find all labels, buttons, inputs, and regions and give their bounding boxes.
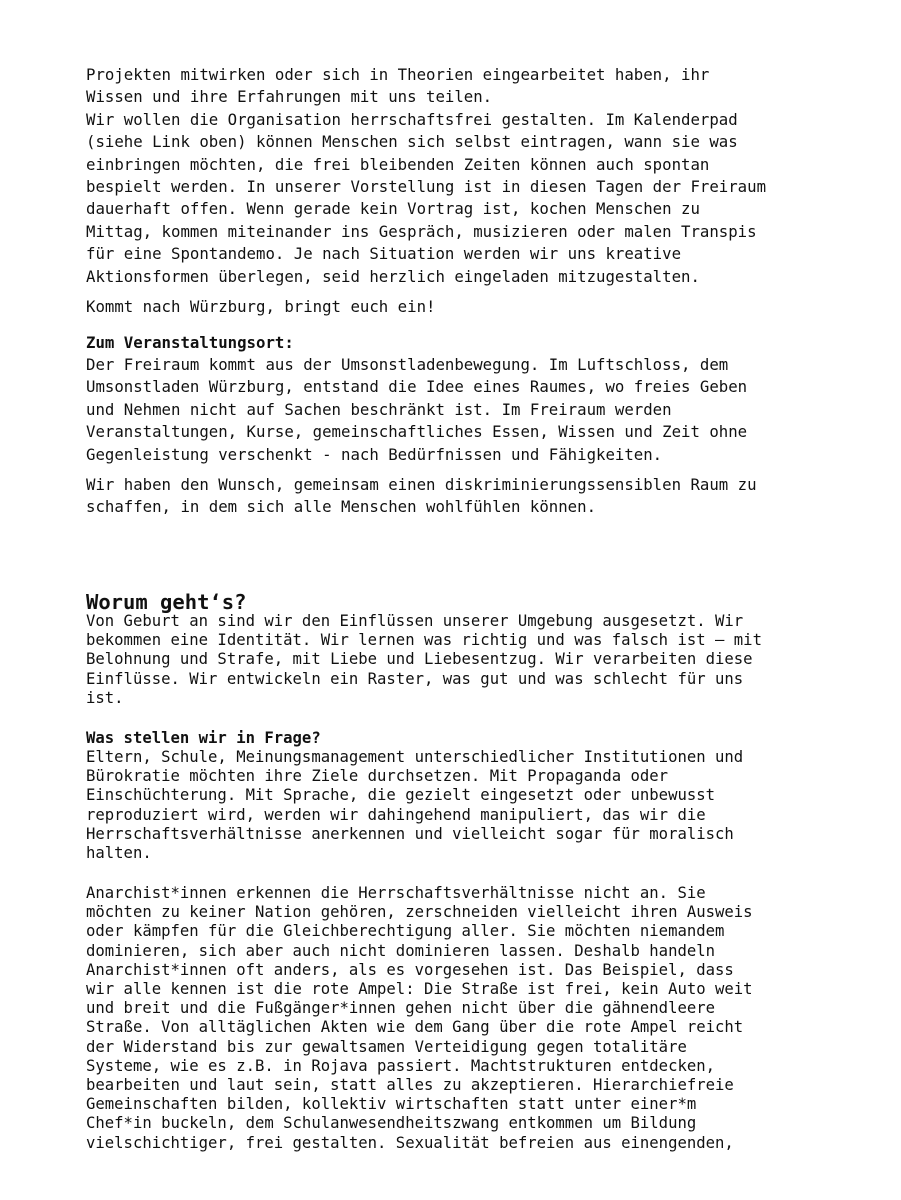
document-page: Projekten mitwirken oder sich in Theorie… [0,0,901,1200]
question-heading: Was stellen wir in Frage? [86,729,321,747]
worum-paragraph: Von Geburt an sind wir den Einflüssen un… [86,612,762,707]
anarchist-paragraph: Anarchist*innen erkennen die Herrschafts… [86,884,753,1152]
question-paragraph: Eltern, Schule, Meinungsmanagement unter… [86,748,744,863]
venue-heading: Zum Veranstaltungsort: [86,333,294,352]
wish-paragraph: Wir haben den Wunsch, gemeinsam einen di… [86,475,757,517]
venue-paragraph: Der Freiraum kommt aus der Umsonstladenb… [86,355,748,464]
intro-paragraph: Projekten mitwirken oder sich in Theorie… [86,65,767,286]
call-to-action: Kommt nach Würzburg, bringt euch ein! [86,297,436,316]
